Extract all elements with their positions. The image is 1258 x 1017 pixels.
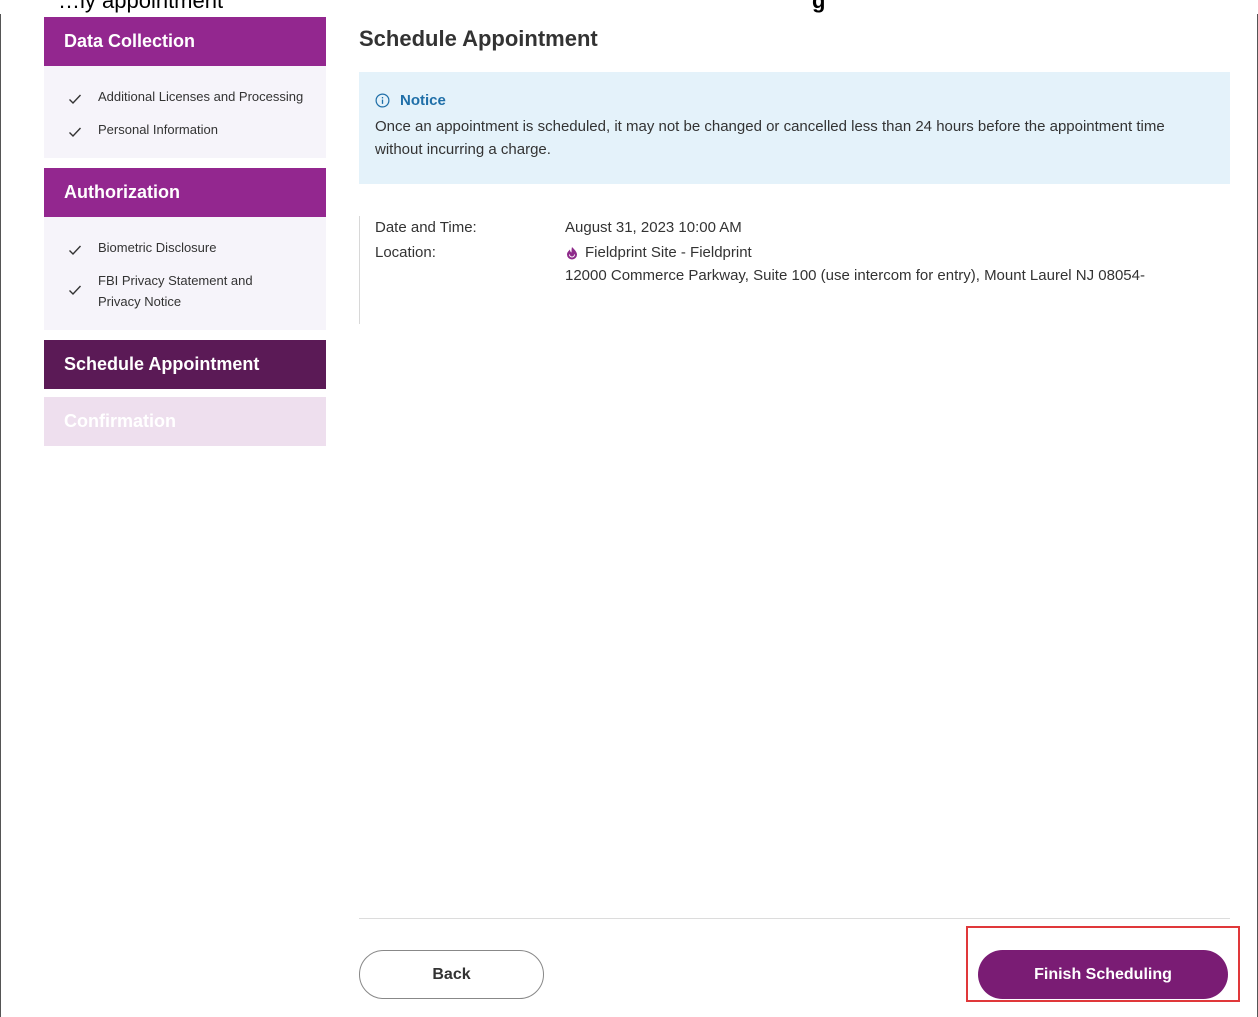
sidebar-step-label: Personal Information (98, 122, 218, 137)
check-icon (69, 245, 82, 256)
cropped-top-text: …ly appointment g (0, 0, 1258, 14)
sidebar-step-label: Biometric Disclosure (98, 240, 217, 255)
appointment-details: Date and Time: August 31, 2023 10:00 AM … (359, 216, 1230, 324)
location-name: Fieldprint Site - Fieldprint (585, 244, 752, 261)
check-icon (69, 94, 82, 105)
sidebar-step-biometric-disclosure[interactable]: Biometric Disclosure (44, 231, 326, 264)
sidebar-section-authorization[interactable]: Authorization (44, 168, 326, 217)
sidebar-step-label: FBI Privacy Statement and Privacy Notice (98, 273, 253, 309)
page-title: Schedule Appointment (359, 26, 598, 51)
check-icon (69, 127, 82, 138)
check-icon (69, 285, 82, 296)
notice-heading: Notice (375, 92, 1210, 109)
highlight-annotation-box (966, 926, 1240, 1002)
sidebar-step-personal-information[interactable]: Personal Information (44, 113, 326, 146)
notice-body: Once an appointment is scheduled, it may… (375, 118, 1165, 158)
sidebar-section-data-collection[interactable]: Data Collection (44, 17, 326, 66)
location-label: Location: (375, 244, 436, 261)
footer-divider (359, 918, 1230, 919)
progress-sidebar: Data Collection Additional Licenses and … (44, 17, 326, 446)
sidebar-step-additional-licenses[interactable]: Additional Licenses and Processing (44, 80, 326, 113)
sidebar-section-confirmation: Confirmation (44, 397, 326, 446)
sidebar-section-schedule-appointment[interactable]: Schedule Appointment (44, 340, 326, 389)
date-value: August 31, 2023 10:00 AM (565, 219, 742, 236)
cropped-text-left: …ly appointment (58, 0, 224, 13)
fieldprint-logo-icon (567, 246, 577, 259)
location-row: Location: Fieldprint Site - Fieldprint 1… (375, 241, 1230, 287)
sidebar-step-label: Additional Licenses and Processing (98, 89, 304, 104)
notice-banner: Notice Once an appointment is scheduled,… (359, 72, 1230, 184)
location-site-line: Fieldprint Site - Fieldprint (565, 241, 1230, 264)
cropped-text-right: g (812, 0, 826, 13)
location-value: Fieldprint Site - Fieldprint 12000 Comme… (565, 241, 1230, 287)
back-button[interactable]: Back (359, 950, 544, 999)
date-label: Date and Time: (375, 219, 477, 236)
sidebar-section-authorization-steps: Biometric Disclosure FBI Privacy Stateme… (44, 217, 326, 330)
sidebar-step-fbi-privacy[interactable]: FBI Privacy Statement and Privacy Notice (44, 264, 326, 318)
date-row: Date and Time: August 31, 2023 10:00 AM (375, 216, 1230, 239)
sidebar-section-data-collection-steps: Additional Licenses and Processing Perso… (44, 66, 326, 158)
app-frame: Data Collection Additional Licenses and … (0, 14, 1258, 1017)
notice-heading-text: Notice (400, 92, 446, 109)
info-icon (375, 93, 390, 108)
main-content: Schedule Appointment Notice Once an appo… (359, 14, 1231, 1017)
location-address: 12000 Commerce Parkway, Suite 100 (use i… (565, 267, 1145, 284)
